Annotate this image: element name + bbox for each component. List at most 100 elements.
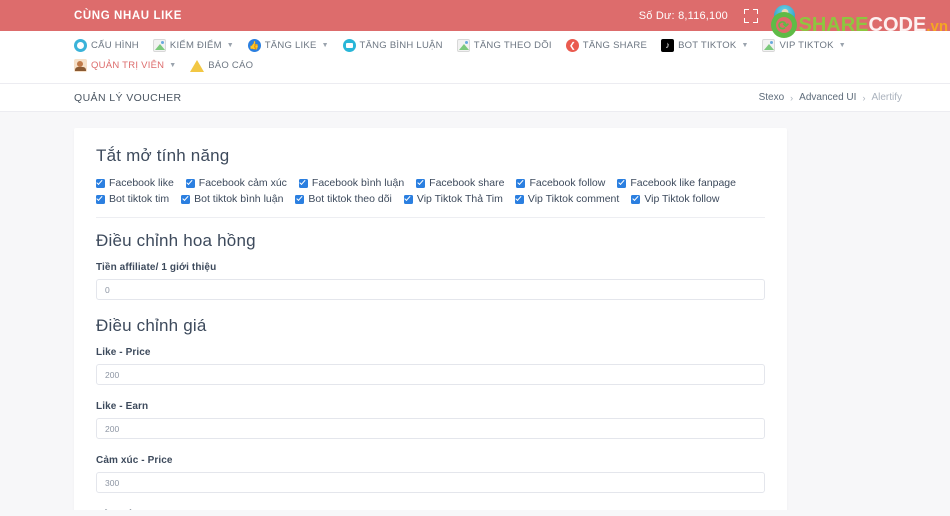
nav-item-báo-cáo[interactable]: BÁO CÁO (190, 57, 253, 74)
warning-icon (190, 59, 205, 72)
share-icon (565, 39, 579, 52)
feature-checkbox-label: Facebook bình luận (311, 177, 405, 189)
checkbox-checked-icon[interactable] (516, 178, 526, 188)
broken-image-icon (152, 39, 166, 52)
pricing-fields: Like - Price 200 Like - Earn 200 Cảm xúc - P… (96, 347, 765, 510)
page-header: QUẢN LÝ VOUCHER Stexo › Advanced UI › Alerti… (0, 84, 950, 112)
broken-image-icon (762, 39, 776, 52)
chevron-down-icon: ▼ (321, 42, 329, 49)
feature-checkbox[interactable]: Vip Tiktok comment (514, 193, 620, 205)
fullscreen-icon[interactable] (744, 8, 758, 23)
nav-item-label: BOT TIKTOK (678, 40, 737, 51)
checkbox-checked-icon[interactable] (181, 194, 191, 204)
checkbox-checked-icon[interactable] (416, 178, 426, 188)
divider-1 (96, 217, 765, 218)
checkbox-checked-icon[interactable] (295, 194, 305, 204)
balance-display: Số Dư: 8,116,100 (638, 9, 728, 22)
checkbox-checked-icon[interactable] (96, 178, 105, 188)
feature-checkbox-row-1: Facebook like Facebook cảm xúc Facebook bì… (96, 177, 765, 189)
price-field-input[interactable]: 200 (96, 364, 765, 385)
nav-item-bot-tiktok[interactable]: BOT TIKTOK ▼ (661, 37, 748, 54)
affiliate-field-label: Tiền affiliate/ 1 giới thiệu (96, 262, 217, 273)
content-area: Tắt mở tính năng Facebook like Facebook c… (0, 112, 950, 510)
price-field-input[interactable]: 300 (96, 472, 765, 493)
nav-item-label: VIP TIKTOK (779, 40, 834, 51)
thumbs-up-icon (247, 39, 261, 52)
recycle-icon: ⟳ (770, 12, 797, 38)
brand-title: CÙNG NHAU LIKE (74, 9, 183, 22)
feature-checkbox-label: Facebook like fanpage (630, 177, 736, 189)
page-title: QUẢN LÝ VOUCHER (74, 91, 182, 104)
checkbox-checked-icon[interactable] (403, 194, 413, 204)
feature-checkbox[interactable]: Facebook cảm xúc (185, 177, 287, 189)
feature-checkbox-label: Facebook like (109, 177, 174, 189)
nav-item-label: KIỂM ĐIỂM (169, 40, 222, 51)
checkbox-checked-icon[interactable] (185, 178, 195, 188)
logo-text-code: CODE (868, 14, 927, 36)
nav-item-label: BÁO CÁO (208, 60, 254, 71)
settings-card: Tắt mở tính năng Facebook like Facebook c… (74, 128, 787, 510)
feature-checkbox[interactable]: Facebook like (96, 177, 174, 189)
feature-checkbox[interactable]: Facebook share (416, 177, 504, 189)
feature-checkbox-row-2: Bot tiktok tim Bot tiktok bình luận Bot ti… (96, 193, 765, 205)
feature-checkbox-label: Bot tiktok bình luận (194, 193, 284, 205)
settings-icon (74, 39, 87, 52)
checkbox-checked-icon[interactable] (298, 178, 308, 188)
feature-checkbox[interactable]: Vip Tiktok follow (631, 193, 719, 205)
top-header-bar: CÙNG NHAU LIKE Số Dư: 8,116,100 ⟳ SHAREC… (0, 0, 950, 38)
nav-item-cấu-hình[interactable]: CẤU HÌNH (74, 37, 139, 54)
nav-item-tăng-like[interactable]: TĂNG LIKE ▼ (247, 37, 329, 54)
price-field-label: Like - Earn (96, 401, 149, 412)
feature-checkbox[interactable]: Bot tiktok theo dõi (295, 193, 392, 205)
feature-checkbox-label: Facebook cảm xúc (198, 177, 287, 189)
admin-icon (74, 59, 87, 72)
commission-field-group: Tiền affiliate/ 1 giới thiệu 0 (96, 262, 765, 300)
feature-checkbox[interactable]: Bot tiktok bình luận (181, 193, 283, 205)
checkbox-checked-icon[interactable] (617, 178, 627, 188)
pricing-heading: Điều chỉnh giá (96, 316, 207, 335)
chevron-down-icon: ▼ (741, 42, 749, 49)
feature-checkbox[interactable]: Facebook follow (516, 177, 605, 189)
comment-icon (342, 39, 356, 52)
feature-checkbox[interactable]: Bot tiktok tim (96, 193, 169, 205)
nav-item-label: TĂNG THEO DÕI (473, 40, 552, 51)
broken-image-icon (456, 39, 470, 52)
sharecode-watermark-logo: ⟳ SHARECODE.vn (770, 10, 948, 40)
features-heading: Tắt mở tính năng (96, 146, 230, 165)
breadcrumb-item-0[interactable]: Stexo (759, 92, 785, 103)
feature-checkbox[interactable]: Facebook bình luận (298, 177, 405, 189)
breadcrumb-separator: › (790, 92, 794, 103)
nav-item-tăng-share[interactable]: TĂNG SHARE (565, 37, 648, 54)
nav-item-quản-trị-viên[interactable]: QUẢN TRỊ VIÊN ▼ (74, 57, 176, 74)
chevron-down-icon: ▼ (838, 42, 846, 49)
chevron-down-icon: ▼ (226, 42, 234, 49)
nav-item-tăng-theo-dõi[interactable]: TĂNG THEO DÕI (456, 37, 552, 54)
breadcrumb-separator: › (862, 92, 866, 103)
nav-item-tăng-bình-luận[interactable]: TĂNG BÌNH LUẬN (342, 37, 443, 54)
logo-text-vn: .vn (926, 18, 948, 35)
nav-item-label: TĂNG LIKE (264, 40, 317, 51)
checkbox-checked-icon[interactable] (631, 194, 641, 204)
breadcrumb-item-1[interactable]: Advanced UI (799, 92, 856, 103)
price-field-group: Like - Earn 200 (96, 401, 765, 439)
feature-checkbox-label: Bot tiktok theo dõi (308, 193, 392, 205)
price-field-label: Cảm xúc - Price (96, 455, 173, 466)
breadcrumb-item-2[interactable]: Alertify (871, 92, 902, 103)
price-field-group: Cảm xúc - Earn300 (96, 509, 765, 510)
feature-checkbox[interactable]: Vip Tiktok Thả Tim (403, 193, 503, 205)
checkbox-checked-icon[interactable] (96, 194, 105, 204)
logo-text-share: SHARE (798, 14, 869, 36)
nav-item-label: QUẢN TRỊ VIÊN (91, 60, 165, 71)
feature-checkbox-label: Vip Tiktok Thả Tim (416, 193, 503, 205)
feature-checkbox-label: Vip Tiktok follow (644, 193, 720, 205)
feature-checkbox-label: Vip Tiktok comment (527, 193, 620, 205)
price-field-input[interactable]: 200 (96, 418, 765, 439)
nav-item-label: TĂNG SHARE (582, 40, 648, 51)
checkbox-checked-icon[interactable] (514, 194, 524, 204)
feature-checkbox[interactable]: Facebook like fanpage (617, 177, 736, 189)
feature-checkbox-label: Facebook share (429, 177, 505, 189)
affiliate-input[interactable]: 0 (96, 279, 765, 300)
nav-item-label: CẤU HÌNH (91, 40, 139, 51)
nav-item-kiểm-điểm[interactable]: KIỂM ĐIỂM ▼ (152, 37, 234, 54)
commission-heading: Điều chỉnh hoa hồng (96, 231, 256, 250)
